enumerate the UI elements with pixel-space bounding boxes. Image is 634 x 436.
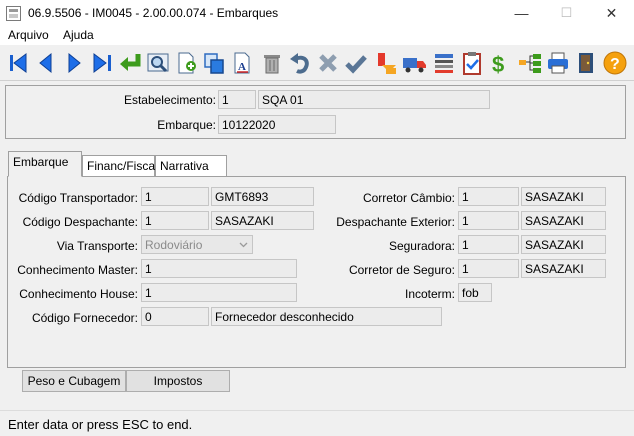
- tree-icon[interactable]: [516, 49, 544, 77]
- menu-ajuda[interactable]: Ajuda: [63, 28, 94, 42]
- estabelecimento-name-field: SQA 01: [258, 90, 490, 109]
- fornecedor-name-field: Fornecedor desconhecido: [211, 307, 442, 326]
- search-icon[interactable]: [144, 49, 172, 77]
- via-transporte-select[interactable]: Rodoviário: [141, 235, 253, 254]
- corretor-cambio-label: Corretor Câmbio:: [362, 191, 455, 205]
- list-icon[interactable]: [430, 49, 458, 77]
- clipboard-icon[interactable]: [458, 49, 486, 77]
- close-button[interactable]: ✕: [589, 0, 634, 27]
- estabelecimento-label: Estabelecimento:: [123, 93, 216, 107]
- conhecimento-house-label: Conhecimento House:: [19, 287, 138, 301]
- estabelecimento-code-field[interactable]: 1: [218, 90, 256, 109]
- status-bar: Enter data or press ESC to end.: [0, 410, 634, 436]
- tab-narrativa[interactable]: Narrativa: [155, 155, 227, 177]
- last-record-icon[interactable]: [88, 49, 116, 77]
- conhecimento-master-field[interactable]: 1: [141, 259, 297, 278]
- svg-text:?: ?: [610, 56, 620, 73]
- delete-icon[interactable]: [258, 49, 286, 77]
- app-icon: [6, 6, 21, 21]
- corretor-seguro-label: Corretor de Seguro:: [348, 263, 455, 277]
- maximize-button[interactable]: ☐: [544, 0, 589, 27]
- cod-fornecedor-field[interactable]: 0: [141, 307, 209, 326]
- cod-despachante-label: Código Despachante:: [22, 215, 138, 229]
- window-title: 06.9.5506 - IM0045 - 2.00.00.074 - Embar…: [28, 6, 279, 20]
- corretor-seguro-field[interactable]: 1: [458, 259, 519, 278]
- previous-record-icon[interactable]: [32, 49, 60, 77]
- seguradora-field[interactable]: 1: [458, 235, 519, 254]
- cod-transportador-label: Código Transportador:: [18, 191, 138, 205]
- cod-despachante-field[interactable]: 1: [141, 211, 209, 230]
- menu-arquivo[interactable]: Arquivo: [8, 28, 49, 42]
- conhecimento-house-field[interactable]: 1: [141, 283, 297, 302]
- incoterm-field[interactable]: fob: [458, 283, 492, 302]
- svg-text:A: A: [238, 61, 246, 73]
- tab-financ-fisca[interactable]: Financ/Fisca: [82, 155, 155, 177]
- process-icon[interactable]: [372, 49, 400, 77]
- first-record-icon[interactable]: [5, 49, 33, 77]
- goto-icon[interactable]: [116, 49, 144, 77]
- embarque-label: Embarque:: [157, 118, 216, 132]
- seguradora-label: Seguradora:: [388, 239, 455, 253]
- confirm-icon[interactable]: [342, 49, 370, 77]
- incoterm-label: Incoterm:: [404, 287, 455, 301]
- despachante-exterior-name-field: SASAZAKI: [521, 211, 606, 230]
- tab-embarque[interactable]: Embarque: [8, 151, 82, 177]
- next-record-icon[interactable]: [60, 49, 88, 77]
- edit-icon[interactable]: A: [228, 49, 256, 77]
- via-transporte-value: Rodoviário: [145, 238, 203, 252]
- embarque-field[interactable]: 10122020: [218, 115, 336, 134]
- toolbar: A $ ?: [0, 45, 634, 81]
- new-record-icon[interactable]: [172, 49, 200, 77]
- cancel-icon[interactable]: [314, 49, 342, 77]
- truck-icon[interactable]: [400, 49, 428, 77]
- copy-icon[interactable]: [200, 49, 228, 77]
- seguradora-name-field: SASAZAKI: [521, 235, 606, 254]
- title-bar: 06.9.5506 - IM0045 - 2.00.00.074 - Embar…: [0, 0, 634, 27]
- corretor-cambio-field[interactable]: 1: [458, 187, 519, 206]
- chevron-down-icon: [239, 242, 248, 248]
- despachante-exterior-label: Despachante Exterior:: [336, 215, 455, 229]
- help-icon[interactable]: ?: [601, 49, 629, 77]
- svg-text:$: $: [492, 52, 504, 77]
- cod-fornecedor-label: Código Fornecedor:: [31, 311, 138, 325]
- undo-icon[interactable]: [286, 49, 314, 77]
- impostos-button[interactable]: Impostos: [126, 370, 230, 392]
- money-icon[interactable]: $: [486, 49, 514, 77]
- despachante-name-field: SASAZAKI: [211, 211, 314, 230]
- via-transporte-label: Via Transporte:: [56, 239, 138, 253]
- corretor-seguro-name-field: SASAZAKI: [521, 259, 606, 278]
- despachante-exterior-field[interactable]: 1: [458, 211, 519, 230]
- conhecimento-master-label: Conhecimento Master:: [17, 263, 138, 277]
- header-group: Estabelecimento: 1 SQA 01 Embarque: 1012…: [5, 85, 626, 139]
- minimize-button[interactable]: —: [499, 0, 544, 27]
- exit-door-icon[interactable]: [572, 49, 600, 77]
- transportador-name-field: GMT6893: [211, 187, 314, 206]
- cod-transportador-field[interactable]: 1: [141, 187, 209, 206]
- menu-bar: Arquivo Ajuda: [0, 27, 634, 45]
- peso-cubagem-button[interactable]: Peso e Cubagem: [22, 370, 126, 392]
- print-icon[interactable]: [544, 49, 572, 77]
- status-text: Enter data or press ESC to end.: [8, 417, 193, 432]
- corretor-cambio-name-field: SASAZAKI: [521, 187, 606, 206]
